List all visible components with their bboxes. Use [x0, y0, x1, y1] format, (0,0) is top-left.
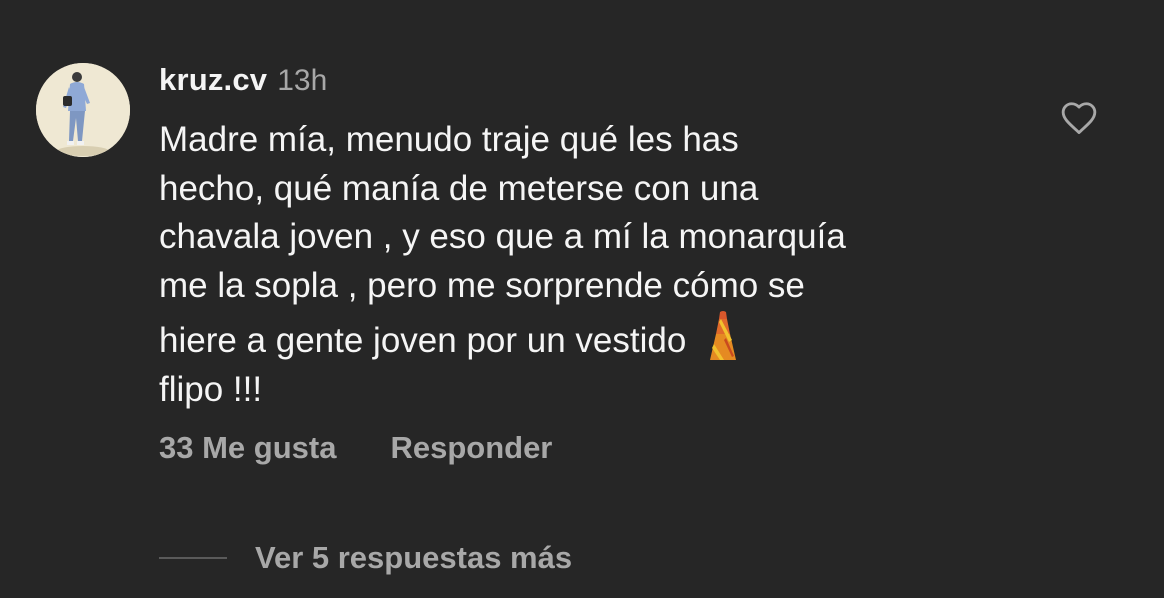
comment-line: me la sopla , pero me sorprende cómo se	[159, 265, 805, 305]
comment-line-with-emoji: hiere a gente joven por un vestido	[159, 310, 1039, 366]
comment-line: hecho, qué manía de meterse con una	[159, 168, 759, 208]
likes-count[interactable]: 33 Me gusta	[159, 430, 336, 466]
reply-button[interactable]: Responder	[390, 430, 552, 466]
view-replies-button[interactable]: Ver 5 respuestas más	[159, 538, 572, 578]
timestamp: 13h	[277, 64, 328, 97]
view-replies-label: Ver 5 respuestas más	[255, 540, 573, 575]
comment-line: Madre mía, menudo traje qué les has	[159, 120, 739, 159]
dress-emoji	[708, 310, 738, 362]
comment-line: chavala joven , y eso que a mí la monarq…	[159, 217, 846, 256]
comment-text: Madre mía, menudo traje qué les has hech…	[159, 116, 1039, 414]
comment-line: flipo !!!	[159, 369, 263, 409]
comment-line: hiere a gente joven por un vestido	[159, 321, 687, 360]
username[interactable]: kruz.cv	[159, 62, 267, 98]
avatar-figure	[36, 63, 130, 157]
avatar[interactable]	[36, 63, 130, 157]
comment-header: kruz.cv 13h	[159, 62, 327, 102]
replies-divider	[159, 557, 227, 559]
comment-actions: 33 Me gusta Responder	[159, 428, 552, 468]
heart-icon[interactable]	[1060, 100, 1098, 136]
heart-outline-icon	[1061, 102, 1097, 134]
